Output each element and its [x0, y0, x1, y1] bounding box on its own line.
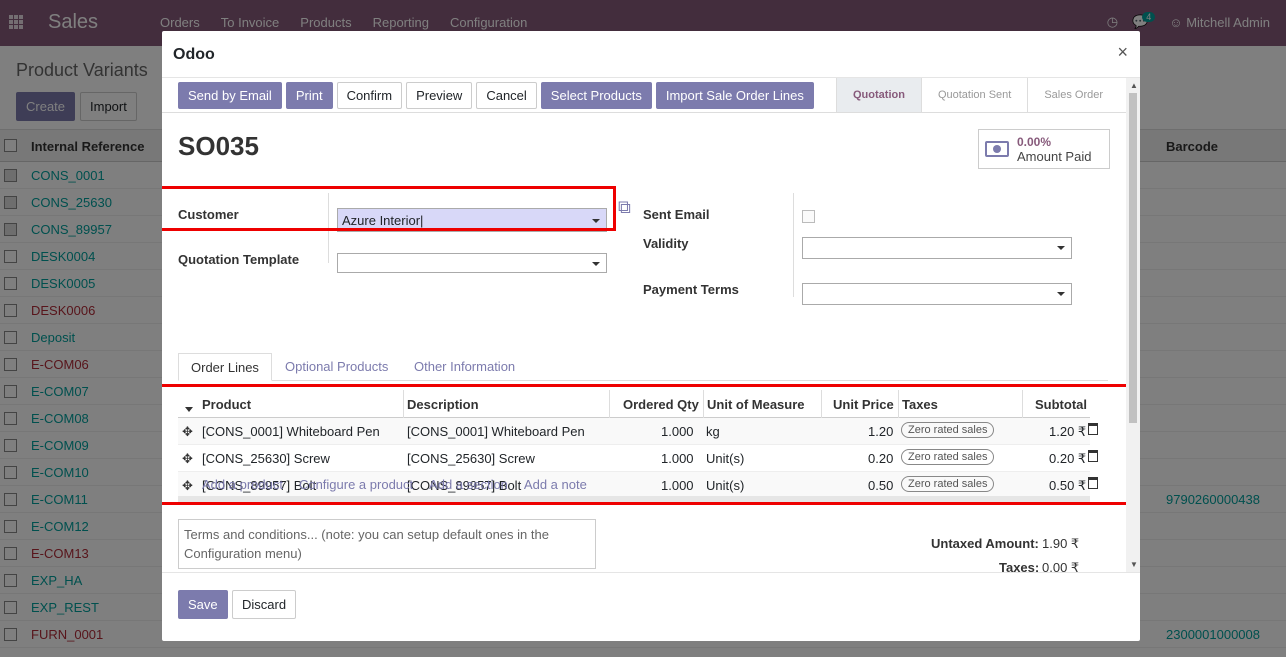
money-icon — [985, 141, 1009, 157]
discard-button[interactable]: Discard — [232, 590, 297, 619]
add-section-link[interactable]: Add a section — [429, 477, 508, 492]
chevron-down-icon — [1057, 292, 1065, 296]
payment-terms-field[interactable] — [802, 283, 1072, 305]
chevron-down-icon — [592, 262, 600, 266]
field-separator — [793, 193, 794, 297]
notebook-tabs: Order Lines Optional Products Other Info… — [178, 353, 1108, 381]
scrollbar-thumb[interactable] — [1129, 93, 1137, 423]
untaxed-amount-value: 1.90 ₹ — [1042, 536, 1080, 551]
status-steps: Quotation Quotation Sent Sales Order — [836, 78, 1119, 112]
sent-email-checkbox[interactable] — [802, 210, 815, 223]
save-button[interactable]: Save — [178, 590, 228, 619]
sent-email-label: Sent Email — [643, 207, 710, 222]
action-buttons: Send by Email Print Confirm Preview Canc… — [178, 82, 814, 109]
tab-order-lines[interactable]: Order Lines — [178, 353, 272, 381]
preview-button[interactable]: Preview — [406, 82, 473, 109]
taxes-value: 0.00 ₹ — [1042, 560, 1080, 572]
add-note-link[interactable]: Add a note — [524, 477, 587, 492]
horizontal-scrollbar[interactable] — [178, 496, 1090, 502]
print-button[interactable]: Print — [285, 82, 333, 109]
chevron-down-icon — [1057, 246, 1065, 250]
status-bar: Send by Email Print Confirm Preview Canc… — [162, 78, 1126, 113]
select-products-button[interactable]: Select Products — [540, 82, 652, 109]
send-by-email-button[interactable]: Send by Email — [178, 82, 282, 109]
configure-product-link[interactable]: Configure a product — [299, 477, 413, 492]
amount-paid-label: Amount Paid — [1017, 148, 1092, 164]
amount-paid-value: 0.00% — [1017, 134, 1052, 149]
order-name: SO035 — [178, 131, 259, 161]
validity-field[interactable] — [802, 237, 1072, 259]
quotation-template-label: Quotation Template — [178, 252, 300, 267]
close-icon[interactable]: × — [1117, 42, 1128, 63]
dialog-body: Send by Email Print Confirm Preview Canc… — [162, 78, 1126, 572]
quotation-dialog: Odoo × Send by Email Print Confirm Previ… — [162, 31, 1140, 641]
step-quotation[interactable]: Quotation — [836, 78, 921, 112]
terms-and-conditions-field[interactable]: Terms and conditions... (note: you can s… — [178, 519, 596, 569]
add-product-link[interactable]: Add a product — [202, 477, 283, 492]
step-quotation-sent[interactable]: Quotation Sent — [920, 78, 1027, 112]
untaxed-amount-label: Untaxed Amount: — [931, 536, 1039, 551]
add-line-links: Add a product Configure a product Add a … — [202, 477, 587, 492]
scroll-down-icon[interactable]: ▼ — [1130, 560, 1138, 569]
step-sales-order[interactable]: Sales Order — [1027, 78, 1119, 112]
tab-optional-products[interactable]: Optional Products — [273, 353, 400, 381]
amount-paid-button[interactable]: 0.00% Amount Paid — [978, 129, 1110, 169]
cancel-button[interactable]: Cancel — [476, 82, 537, 109]
highlight-customer — [162, 186, 616, 231]
vertical-scrollbar[interactable]: ▲ ▼ — [1126, 78, 1140, 572]
tab-other-information[interactable]: Other Information — [402, 353, 527, 381]
taxes-label: Taxes: — [999, 560, 1040, 572]
validity-label: Validity — [643, 236, 689, 251]
import-sale-order-lines-button[interactable]: Import Sale Order Lines — [655, 82, 814, 109]
scroll-up-icon[interactable]: ▲ — [1130, 81, 1138, 90]
payment-terms-label: Payment Terms — [643, 282, 739, 297]
dialog-header: Odoo × — [162, 31, 1140, 78]
confirm-button[interactable]: Confirm — [336, 82, 403, 109]
dialog-footer: Save Discard — [162, 572, 1140, 641]
external-link-icon[interactable]: ⧉ — [618, 197, 631, 218]
quotation-template-field[interactable] — [337, 253, 607, 273]
dialog-title: Odoo — [173, 46, 215, 63]
